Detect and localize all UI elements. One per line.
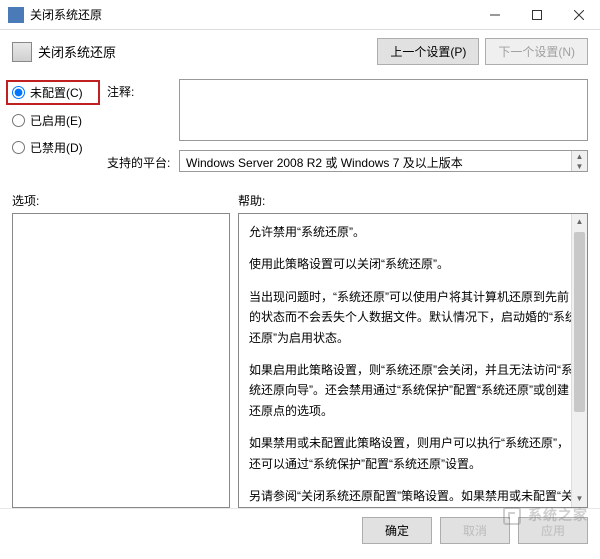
close-button[interactable]	[558, 0, 600, 30]
scroll-up-icon[interactable]: ▲	[571, 151, 587, 161]
radio-disabled[interactable]: 已禁用(D)	[12, 139, 97, 156]
help-paragraph: 如果启用此策略设置，则“系统还原”会关闭，并且无法访问“系统还原向导”。还会禁用…	[249, 360, 577, 421]
scroll-down-icon[interactable]: ▼	[572, 491, 587, 507]
platform-label: 支持的平台:	[107, 150, 179, 172]
help-paragraph: 使用此策略设置可以关闭“系统还原”。	[249, 254, 577, 274]
help-pane: 允许禁用“系统还原”。 使用此策略设置可以关闭“系统还原”。 当出现问题时，“系…	[238, 213, 588, 508]
minimize-button[interactable]	[474, 0, 516, 30]
help-paragraph: 如果禁用或未配置此策略设置，则用户可以执行“系统还原”，还可以通过“系统保护”配…	[249, 433, 577, 474]
radio-enabled-label: 已启用(E)	[30, 112, 82, 129]
panes: 允许禁用“系统还原”。 使用此策略设置可以关闭“系统还原”。 当出现问题时，“系…	[0, 213, 600, 508]
radio-not-configured[interactable]: 未配置(C)	[9, 83, 97, 102]
policy-icon	[12, 42, 32, 62]
pane-labels: 选项: 帮助:	[0, 182, 600, 213]
config-area: 未配置(C) 已启用(E) 已禁用(D) 注释: 支持的平台: Windows …	[0, 73, 600, 182]
apply-button[interactable]: 应用	[518, 517, 588, 544]
radio-not-configured-input[interactable]	[12, 86, 25, 99]
cancel-button[interactable]: 取消	[440, 517, 510, 544]
scroll-down-icon[interactable]: ▼	[571, 161, 587, 171]
options-pane	[12, 213, 230, 508]
help-label: 帮助:	[238, 192, 265, 209]
platform-field: Windows Server 2008 R2 或 Windows 7 及以上版本…	[179, 150, 588, 172]
next-setting-button[interactable]: 下一个设置(N)	[485, 38, 588, 65]
radio-enabled[interactable]: 已启用(E)	[12, 112, 97, 129]
radio-not-configured-label: 未配置(C)	[30, 84, 83, 101]
radio-disabled-input[interactable]	[12, 141, 25, 154]
radio-enabled-input[interactable]	[12, 114, 25, 127]
platform-scrollbar[interactable]: ▲ ▼	[571, 151, 587, 171]
radio-disabled-label: 已禁用(D)	[30, 139, 83, 156]
scroll-up-icon[interactable]: ▲	[572, 214, 587, 230]
scroll-thumb[interactable]	[574, 232, 585, 412]
titlebar: 关闭系统还原	[0, 0, 600, 30]
footer: 确定 取消 应用	[0, 508, 600, 552]
comment-label: 注释:	[107, 79, 179, 144]
previous-setting-button[interactable]: 上一个设置(P)	[377, 38, 479, 65]
platform-value: Windows Server 2008 R2 或 Windows 7 及以上版本	[186, 156, 463, 170]
window-controls	[474, 0, 600, 30]
options-label: 选项:	[12, 192, 238, 209]
radio-group: 未配置(C) 已启用(E) 已禁用(D)	[12, 79, 97, 178]
help-paragraph: 允许禁用“系统还原”。	[249, 222, 577, 242]
help-paragraph: 当出现问题时，“系统还原”可以使用户将其计算机还原到先前的状态而不会丢失个人数据…	[249, 287, 577, 348]
app-icon	[8, 7, 24, 23]
header-area: 关闭系统还原 上一个设置(P) 下一个设置(N)	[0, 30, 600, 73]
policy-title: 关闭系统还原	[38, 42, 116, 61]
help-paragraph: 另请参阅“关闭系统还原配置”策略设置。如果禁用或未配置“关闭系统还原”策略设置，…	[249, 486, 577, 508]
comment-input[interactable]	[179, 79, 588, 141]
help-scrollbar[interactable]: ▲ ▼	[571, 214, 587, 507]
ok-button[interactable]: 确定	[362, 517, 432, 544]
window-title: 关闭系统还原	[30, 6, 474, 23]
maximize-button[interactable]	[516, 0, 558, 30]
